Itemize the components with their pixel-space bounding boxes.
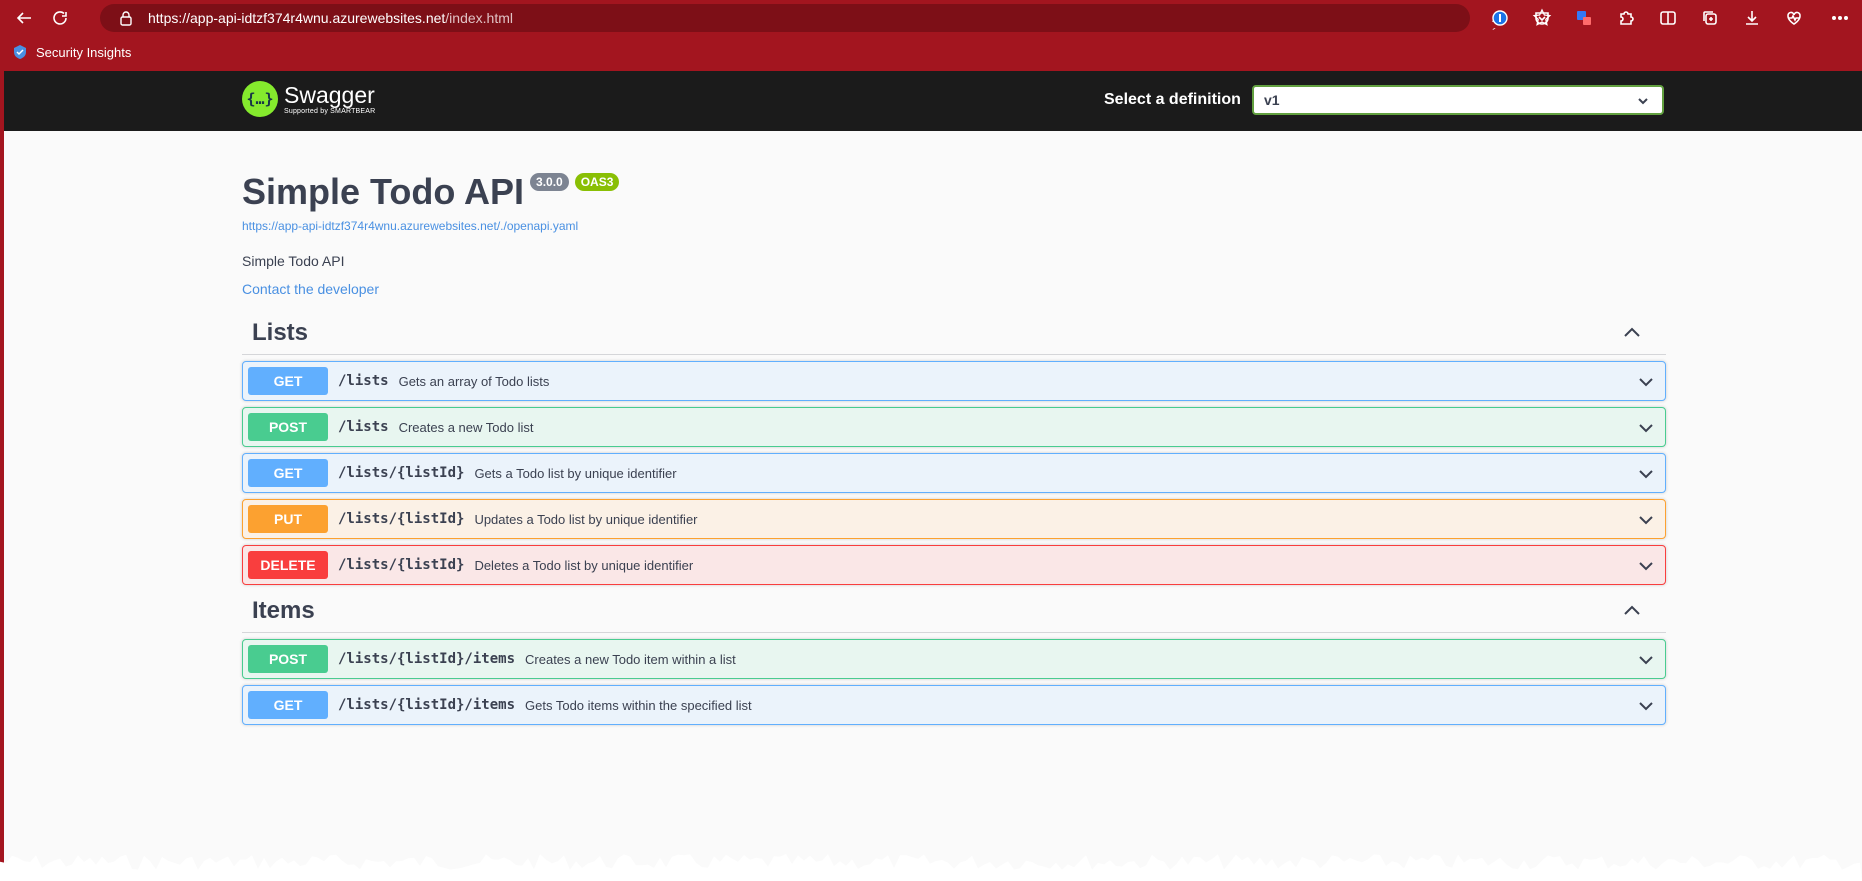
operation-path: /lists/{listId}/items (338, 697, 516, 713)
refresh-icon (53, 11, 67, 25)
title-row: Simple Todo API 3.0.0 OAS3 (242, 171, 1666, 213)
tag-header[interactable]: Items (242, 589, 1666, 633)
url-text: https://app-api-idtzf374r4wnu.azurewebsi… (148, 10, 513, 26)
chevron-down-icon[interactable] (1637, 465, 1655, 483)
http-method-badge: POST (248, 645, 328, 673)
translate-icon (1577, 11, 1591, 25)
tag-title: Lists (252, 318, 309, 346)
chevron-down-icon[interactable] (1637, 651, 1655, 669)
collections-icon (1703, 11, 1717, 25)
operation-row[interactable]: POST/lists/{listId}/items Creates a new T… (242, 639, 1666, 679)
tag-title: Items (252, 596, 315, 624)
security-insights-icon (14, 45, 26, 59)
pocket-button[interactable] (1528, 4, 1556, 32)
swagger-logo-text: Swagger Supported by SMARTBEAR (284, 83, 375, 116)
operation-summary: Gets an array of Todo lists (398, 373, 550, 389)
operation-summary: Gets a Todo list by unique identifier (474, 465, 677, 481)
download-icon (1746, 11, 1758, 25)
operation-row[interactable]: GET/lists/{listId} Gets a Todo list by un… (242, 453, 1666, 493)
translate-button[interactable] (1570, 4, 1598, 32)
favorite-security-insights[interactable]: Security Insights (12, 44, 131, 60)
operation-summary: Updates a Todo list by unique identifier (474, 511, 698, 527)
operation-path: /lists (338, 373, 389, 389)
oas-badge: OAS3 (574, 173, 620, 191)
chevron-down-icon[interactable] (1637, 373, 1655, 391)
operation-summary: Creates a new Todo list (398, 419, 534, 435)
url-path: /index.html (445, 10, 513, 26)
operation-path: /lists/{listId}/items (338, 651, 516, 667)
http-method-badge: DELETE (248, 551, 328, 579)
http-method-badge: PUT (248, 505, 328, 533)
chevron-up-icon[interactable] (1622, 323, 1642, 343)
split-screen-button[interactable] (1654, 4, 1682, 32)
definition-label: Select a definition (1104, 91, 1241, 108)
browser-window: https://app-api-idtzf374r4wnu.azurewebsi… (0, 0, 1862, 881)
password-manager-icon (1492, 10, 1508, 26)
pocket-icon (1535, 12, 1549, 25)
back-button[interactable] (10, 4, 38, 32)
operation-path: /lists (338, 419, 389, 435)
lock-icon (120, 11, 132, 26)
more-dots-icon (1831, 16, 1849, 21)
operation-row[interactable]: GET/lists Gets an array of Todo lists (242, 361, 1666, 401)
tag-header[interactable]: Lists (242, 311, 1666, 355)
puzzle-icon (1620, 11, 1634, 25)
operation-summary: Deletes a Todo list by unique identifier (474, 557, 694, 573)
tag-group-items: Items POST/lists/{listId}/items Creates a … (242, 589, 1666, 725)
swagger-logo-icon: {…} (242, 81, 278, 117)
api-description: Simple Todo API (242, 253, 345, 269)
definition-select[interactable]: v1 (1252, 85, 1664, 115)
extensions-button[interactable] (1612, 4, 1640, 32)
operation-path: /lists/{listId} (338, 465, 465, 481)
settings-more-button[interactable] (1826, 4, 1854, 32)
api-info: Simple Todo API 3.0.0 OAS3 https://app-a… (242, 171, 1666, 297)
http-method-badge: GET (248, 691, 328, 719)
swagger-topbar: {…} Swagger Supported by SMARTBEAR Selec… (4, 71, 1862, 131)
chevron-down-icon[interactable] (1637, 511, 1655, 529)
http-method-badge: GET (248, 459, 328, 487)
downloads-button[interactable] (1738, 4, 1766, 32)
operation-path: /lists/{listId} (338, 511, 465, 527)
version-badge: 3.0.0 (530, 173, 569, 191)
back-arrow-icon (16, 12, 31, 24)
chevron-down-icon[interactable] (1637, 419, 1655, 437)
url-host: https://app-api-idtzf374r4wnu.azurewebsi… (148, 10, 446, 26)
swagger-logo-subtitle: Supported by SMARTBEAR (284, 107, 376, 115)
contact-developer-link[interactable]: Contact the developer (242, 281, 1666, 297)
operation-summary: Creates a new Todo item within a list (525, 651, 736, 667)
http-method-badge: GET (248, 367, 328, 395)
browser-essentials-button[interactable] (1780, 4, 1808, 32)
favorite-label: Security Insights (36, 44, 132, 60)
address-bar[interactable]: https://app-api-idtzf374r4wnu.azurewebsi… (100, 4, 1552, 41)
refresh-button[interactable] (46, 4, 74, 32)
api-title: Simple Todo API (242, 171, 525, 212)
operation-summary: Gets Todo items within the specified lis… (525, 697, 752, 713)
collections-button[interactable] (1696, 4, 1724, 32)
torn-edge-decoration (0, 854, 1862, 881)
operation-row[interactable]: POST/lists Creates a new Todo list (242, 407, 1666, 447)
swagger-logo[interactable]: {…} Swagger Supported by SMARTBEAR (242, 81, 375, 117)
page-viewport: {…} Swagger Supported by SMARTBEAR Selec… (4, 71, 1862, 881)
http-method-badge: POST (248, 413, 328, 441)
chevron-down-icon (1638, 98, 1648, 105)
password-manager-button[interactable] (1486, 4, 1514, 32)
chevron-up-icon[interactable] (1622, 601, 1642, 621)
favorites-bar: Security Insights (0, 36, 1862, 70)
chevron-down-icon[interactable] (1637, 697, 1655, 715)
tag-group-lists: Lists GET/lists Gets an array of Todo list… (242, 311, 1666, 585)
definition-value: v1 (1264, 92, 1280, 108)
browser-toolbar: https://app-api-idtzf374r4wnu.azurewebsi… (0, 0, 1862, 41)
spec-url-link[interactable]: https://app-api-idtzf374r4wnu.azurewebsi… (242, 219, 1666, 233)
heart-pulse-icon (1787, 11, 1801, 25)
operation-path: /lists/{listId} (338, 557, 465, 573)
chevron-down-icon[interactable] (1637, 557, 1655, 575)
swagger-logo-title: Swagger (284, 81, 375, 108)
operation-row[interactable]: PUT/lists/{listId} Updates a Todo list by… (242, 499, 1666, 539)
operation-row[interactable]: DELETE/lists/{listId} Deletes a Todo list… (242, 545, 1666, 585)
split-screen-icon (1660, 11, 1676, 25)
operation-row[interactable]: GET/lists/{listId}/items Gets Todo items … (242, 685, 1666, 725)
